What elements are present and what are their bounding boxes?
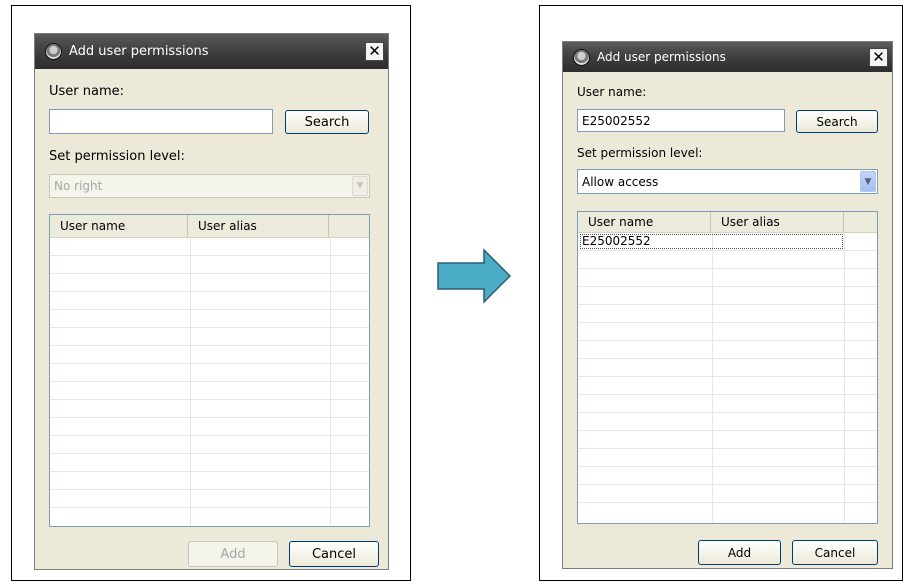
user-name-input[interactable]: [49, 109, 273, 134]
add-user-permissions-dialog: Add user permissions ✕ User name: Search…: [34, 33, 389, 570]
column-header-user-name[interactable]: User name: [50, 215, 188, 237]
cancel-button[interactable]: Cancel: [792, 540, 878, 565]
users-grid[interactable]: User name User alias: [49, 214, 370, 527]
right-arrow-icon: [437, 248, 512, 304]
permission-level-label: Set permission level:: [577, 146, 703, 160]
user-name-label: User name:: [577, 85, 647, 99]
chevron-down-icon: ▼: [352, 176, 368, 196]
add-button[interactable]: Add: [188, 541, 278, 567]
close-button[interactable]: ✕: [869, 47, 888, 67]
close-button[interactable]: ✕: [365, 42, 384, 61]
add-button[interactable]: Add: [698, 540, 781, 565]
column-header-user-alias[interactable]: User alias: [711, 212, 844, 232]
row-0-user-name[interactable]: E25002552: [582, 234, 651, 248]
permission-level-value: Allow access: [582, 174, 659, 189]
permission-level-select[interactable]: Allow access ▼: [577, 169, 878, 194]
user-name-label: User name:: [49, 84, 125, 99]
app-icon: [45, 43, 62, 60]
users-grid[interactable]: User name User alias E25002552: [577, 211, 878, 524]
dialog-title: Add user permissions: [597, 50, 726, 64]
chevron-down-icon: ▼: [860, 171, 876, 192]
permission-level-value: No right: [54, 179, 103, 193]
app-icon: [573, 48, 590, 66]
before-screenshot-frame: Add user permissions ✕ User name: Search…: [11, 5, 411, 581]
permission-level-select[interactable]: No right ▼: [49, 174, 370, 198]
add-user-permissions-dialog-after: Add user permissions ✕ User name: E25002…: [562, 41, 893, 569]
search-button[interactable]: Search: [285, 110, 369, 134]
cancel-button[interactable]: Cancel: [289, 541, 379, 567]
grid-header: User name User alias: [50, 215, 369, 238]
user-name-input[interactable]: E25002552: [577, 109, 785, 132]
column-header-user-name[interactable]: User name: [578, 212, 711, 232]
grid-body: E25002552: [578, 233, 877, 523]
grid-header: User name User alias: [578, 212, 877, 233]
permission-level-label: Set permission level:: [49, 149, 185, 164]
after-screenshot-frame: Add user permissions ✕ User name: E25002…: [539, 5, 903, 581]
dialog-titlebar[interactable]: Add user permissions ✕: [35, 34, 388, 69]
grid-body: [50, 238, 369, 526]
column-header-user-alias[interactable]: User alias: [188, 215, 329, 237]
search-button[interactable]: Search: [796, 110, 878, 133]
dialog-titlebar[interactable]: Add user permissions ✕: [563, 42, 892, 72]
dialog-title: Add user permissions: [69, 44, 209, 59]
